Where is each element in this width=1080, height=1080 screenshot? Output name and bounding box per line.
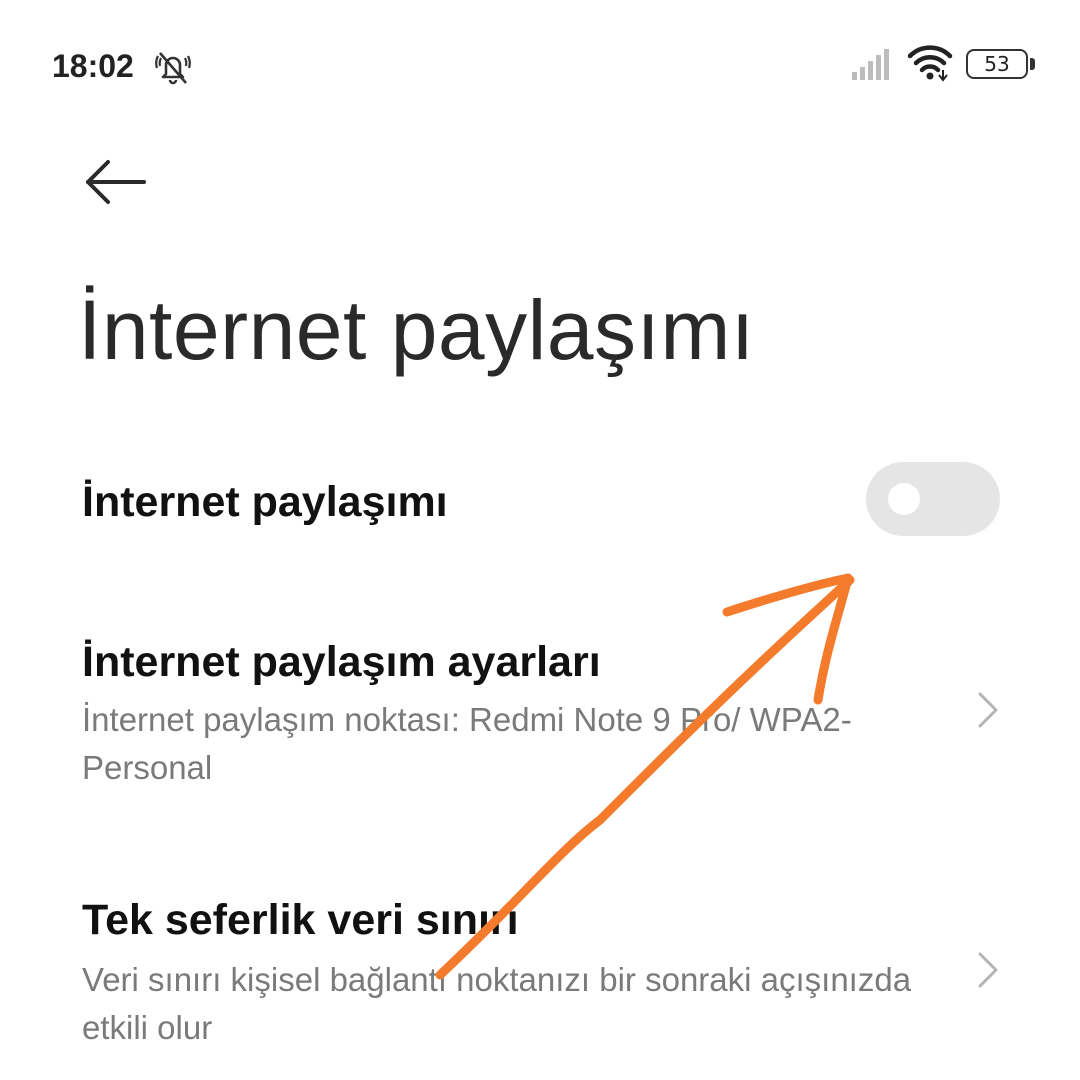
page-title: İnternet paylaşımı xyxy=(78,283,755,377)
chevron-right-icon xyxy=(978,692,998,728)
status-time: 18:02 xyxy=(52,48,134,84)
battery-icon: 53 xyxy=(966,49,1035,79)
hotspot-toggle-label: İnternet paylaşımı xyxy=(82,478,448,526)
status-bar: 18:02 53 xyxy=(0,0,1080,130)
wifi-icon xyxy=(907,45,953,82)
data-limit-row[interactable]: Tek seferlik veri sınırı Veri sınırı kiş… xyxy=(0,888,1080,1068)
arrow-left-icon xyxy=(86,160,146,204)
hotspot-toggle[interactable] xyxy=(866,462,1000,536)
toggle-knob xyxy=(888,483,920,515)
hotspot-settings-row[interactable]: İnternet paylaşım ayarları İnternet payl… xyxy=(0,630,1080,810)
hotspot-settings-subtitle: İnternet paylaşım noktası: Redmi Note 9 … xyxy=(82,701,852,786)
battery-tip xyxy=(1030,58,1035,70)
chevron-right-icon xyxy=(978,952,998,988)
back-button[interactable] xyxy=(80,150,152,214)
data-limit-title: Tek seferlik veri sınırı xyxy=(82,896,519,944)
signal-icon xyxy=(852,49,889,80)
dnd-muted-bell-icon xyxy=(155,52,191,85)
hotspot-settings-title: İnternet paylaşım ayarları xyxy=(82,638,601,686)
data-limit-subtitle: Veri sınırı kişisel bağlantı noktanızı b… xyxy=(82,961,912,1046)
battery-level: 53 xyxy=(984,52,1010,76)
